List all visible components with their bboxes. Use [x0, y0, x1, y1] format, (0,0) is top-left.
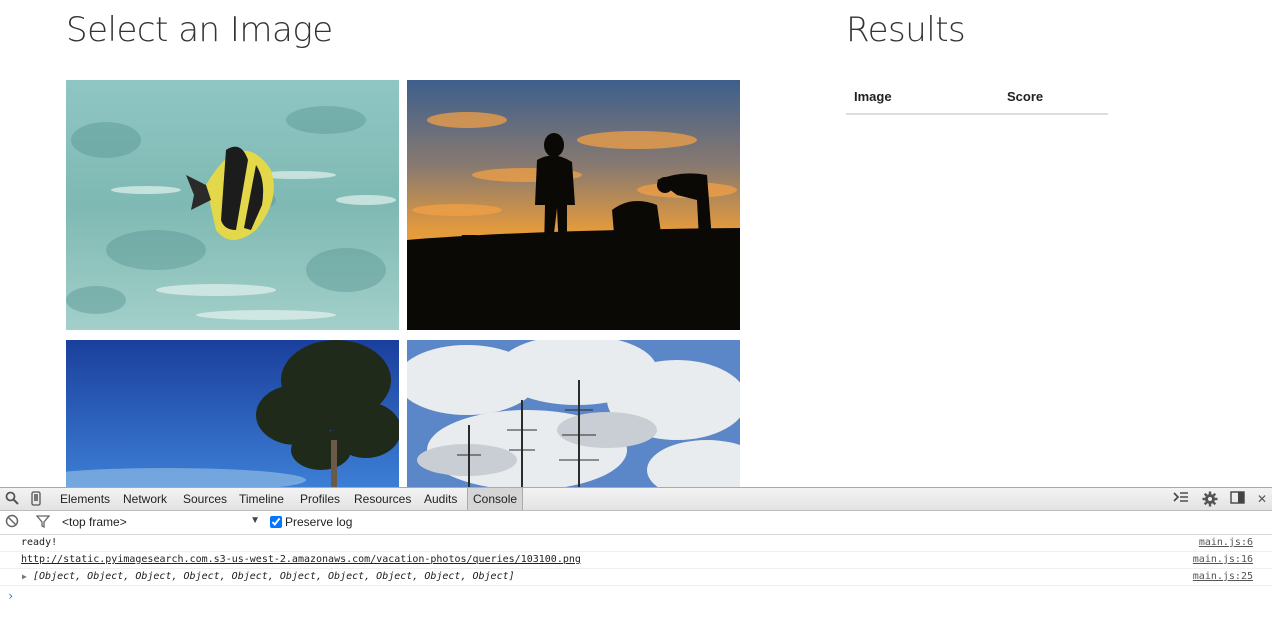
- console-message: http://static.pyimagesearch.com.s3-us-we…: [0, 552, 1272, 569]
- column-header-score: Score: [999, 80, 1108, 115]
- console-source-link[interactable]: main.js:16: [1193, 552, 1253, 568]
- search-icon[interactable]: [4, 491, 20, 507]
- preserve-log-checkbox[interactable]: [270, 516, 282, 528]
- devtools-tabbar: Elements Network Sources Timeline Profil…: [0, 488, 1272, 511]
- tab-elements[interactable]: Elements: [60, 492, 110, 506]
- image-thumbnail-tree[interactable]: [66, 340, 399, 488]
- filter-icon[interactable]: [35, 514, 51, 530]
- console-output: ready! main.js:6 http://static.pyimagese…: [0, 535, 1272, 606]
- console-prompt-line[interactable]: ›: [0, 586, 1272, 606]
- chevron-down-icon: ▼: [250, 515, 260, 526]
- console-toolbar: <top frame> ▼ Preserve log: [0, 511, 1272, 535]
- tab-audits[interactable]: Audits: [424, 492, 457, 506]
- tab-profiles[interactable]: Profiles: [300, 492, 340, 506]
- tab-console[interactable]: Console: [467, 488, 524, 510]
- frame-select-value: <top frame>: [62, 515, 127, 529]
- preserve-log-toggle[interactable]: Preserve log: [270, 515, 352, 529]
- console-prompt-icon: ›: [7, 589, 15, 603]
- frame-select[interactable]: <top frame> ▼: [62, 515, 260, 531]
- device-icon[interactable]: [28, 491, 44, 507]
- preserve-log-label: Preserve log: [285, 515, 353, 529]
- close-icon[interactable]: ✕: [1254, 491, 1270, 507]
- console-url-link[interactable]: http://static.pyimagesearch.com.s3-us-we…: [21, 552, 581, 568]
- results-table: Image Score: [846, 80, 1108, 115]
- console-source-link[interactable]: main.js:25: [1193, 569, 1253, 585]
- column-header-image: Image: [846, 80, 999, 115]
- results-heading: Results: [846, 10, 966, 50]
- tab-sources[interactable]: Sources: [183, 492, 227, 506]
- page: Select an Image Results Image Score: [0, 0, 1272, 488]
- image-thumbnail-fish[interactable]: [66, 80, 399, 330]
- gear-icon[interactable]: [1202, 491, 1218, 507]
- console-drawer-icon[interactable]: [1173, 491, 1189, 507]
- image-thumbnail-sunset[interactable]: [407, 80, 740, 330]
- tab-resources[interactable]: Resources: [354, 492, 411, 506]
- console-object-array[interactable]: [Object, Object, Object, Object, Object,…: [33, 569, 515, 585]
- console-message-text: ready!: [21, 537, 58, 548]
- clear-icon[interactable]: [4, 514, 20, 530]
- devtools-panel: Elements Network Sources Timeline Profil…: [0, 487, 1272, 627]
- console-message: ready! main.js:6: [0, 535, 1272, 552]
- image-thumbnail-ships[interactable]: [407, 340, 740, 488]
- console-message: ▶ [Object, Object, Object, Object, Objec…: [0, 569, 1272, 586]
- tab-network[interactable]: Network: [123, 492, 167, 506]
- console-source-link[interactable]: main.js:6: [1199, 535, 1253, 551]
- expand-triangle-icon[interactable]: ▶: [22, 569, 27, 585]
- select-image-heading: Select an Image: [66, 10, 333, 50]
- dock-icon[interactable]: [1230, 491, 1246, 507]
- tab-timeline[interactable]: Timeline: [239, 492, 284, 506]
